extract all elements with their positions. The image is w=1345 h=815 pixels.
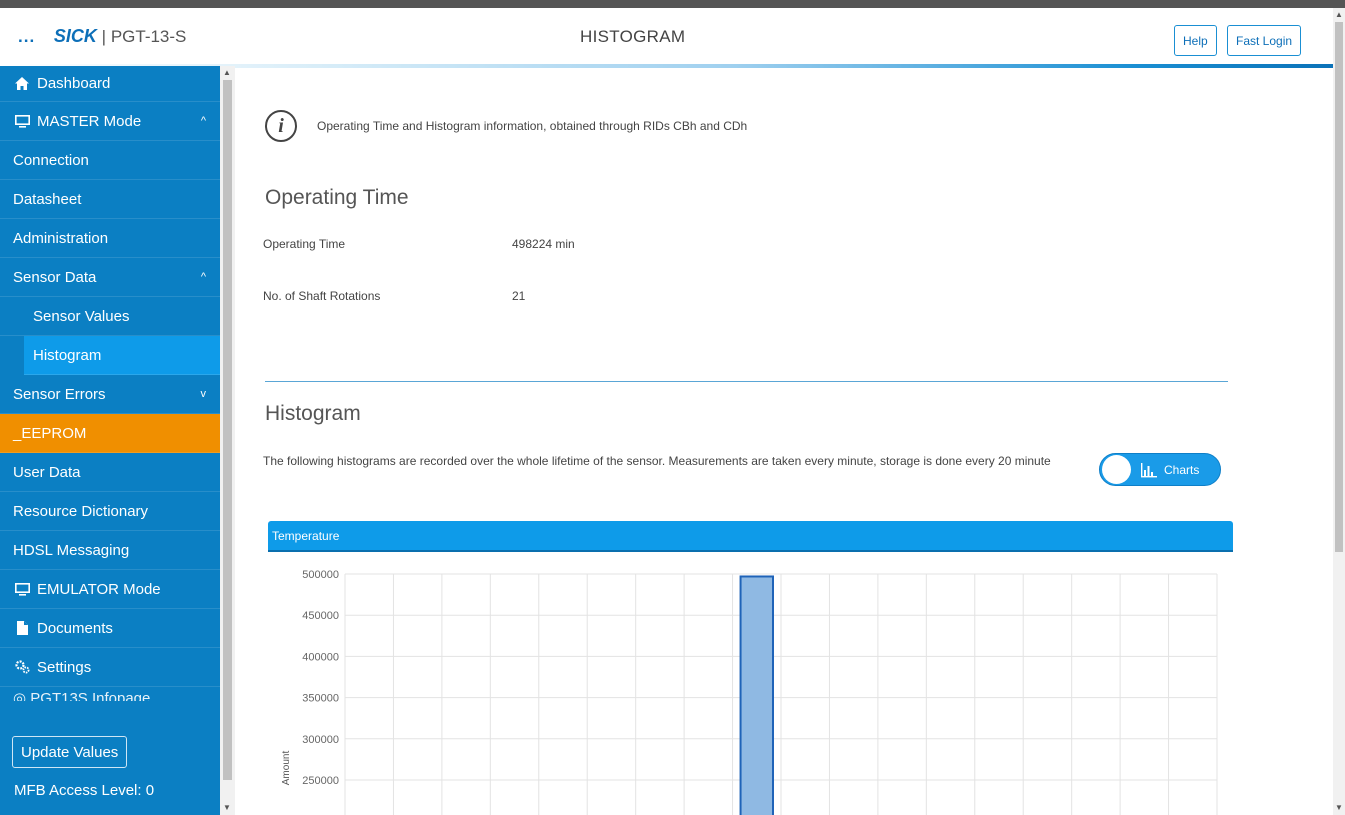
sidebar-item-resource-dictionary[interactable]: Resource Dictionary: [0, 492, 220, 531]
sidebar-item-label: Sensor Values: [33, 307, 130, 325]
y-tick-label: 300000: [302, 734, 339, 746]
sidebar-item-infopage[interactable]: ◎ PGT13S Infopage: [0, 687, 220, 701]
brand-separator: |: [101, 27, 107, 46]
sidebar-item-label: User Data: [13, 463, 81, 481]
sidebar-item-label: _EEPROM: [13, 424, 87, 442]
y-tick-label: 500000: [302, 569, 339, 581]
menu-dots-button[interactable]: ...: [18, 27, 35, 46]
sidebar-item-label: Datasheet: [13, 190, 82, 208]
operating-time-value: 498224 min: [512, 237, 575, 251]
main-content: i Operating Time and Histogram informati…: [235, 66, 1333, 815]
monitor-icon: [13, 114, 31, 128]
sidebar-item-histogram[interactable]: Histogram: [24, 336, 220, 375]
y-tick-label: 350000: [302, 693, 339, 705]
sidebar-item-label: Documents: [37, 619, 113, 637]
sidebar-item-label: Administration: [13, 229, 109, 247]
sidebar-item-label: HDSL Messaging: [13, 541, 130, 559]
sidebar-item-dashboard[interactable]: Dashboard: [0, 66, 220, 102]
scroll-up-arrow-icon[interactable]: ▲: [223, 68, 231, 77]
sidebar-item-label: Resource Dictionary: [13, 502, 149, 520]
operating-time-label: Operating Time: [263, 237, 346, 251]
page-scrollbar[interactable]: ▲ ▼: [1333, 8, 1345, 815]
access-level-text: MFB Access Level: 0: [14, 782, 155, 799]
caret-up-icon: ^: [200, 271, 206, 283]
sidebar: Dashboard MASTER Mode ^ Connection Datas…: [0, 66, 220, 815]
sidebar-item-sensor-values[interactable]: Sensor Values: [0, 297, 220, 336]
caret-up-icon: ^: [200, 115, 206, 127]
sidebar-scrollbar[interactable]: ▲ ▼: [220, 66, 235, 815]
charts-toggle[interactable]: Charts: [1099, 453, 1221, 486]
scroll-up-arrow-icon[interactable]: ▲: [1335, 10, 1343, 19]
sidebar-item-settings[interactable]: Settings: [0, 648, 220, 687]
info-text: Operating Time and Histogram information…: [317, 119, 748, 133]
document-icon: [13, 621, 31, 635]
scroll-down-arrow-icon[interactable]: ▼: [223, 803, 231, 812]
monitor-icon: [13, 582, 31, 596]
fast-login-button[interactable]: Fast Login: [1227, 25, 1302, 56]
sidebar-item-label: Histogram: [33, 346, 102, 364]
sidebar-item-label: Connection: [13, 151, 89, 169]
toggle-label: Charts: [1164, 463, 1200, 477]
sidebar-item-label: Sensor Errors: [13, 385, 106, 403]
sidebar-scrollbar-thumb[interactable]: [223, 80, 232, 780]
shaft-rotations-value: 21: [512, 289, 526, 303]
sidebar-item-eeprom[interactable]: _EEPROM: [0, 414, 220, 453]
sidebar-item-administration[interactable]: Administration: [0, 219, 220, 258]
sidebar-item-connection[interactable]: Connection: [0, 141, 220, 180]
y-tick-label: 450000: [302, 610, 339, 622]
caret-down-icon: v: [200, 388, 207, 400]
section-divider: [265, 381, 1228, 382]
help-button[interactable]: Help: [1174, 25, 1217, 56]
sidebar-item-emulator-mode[interactable]: EMULATOR Mode: [0, 570, 220, 609]
info-banner: i Operating Time and Histogram informati…: [265, 110, 747, 142]
scroll-down-arrow-icon[interactable]: ▼: [1335, 803, 1343, 812]
sidebar-item-user-data[interactable]: User Data: [0, 453, 220, 492]
info-circle-icon: ◎: [13, 690, 31, 701]
sidebar-item-label: PGT13S Infopage: [30, 690, 151, 701]
sidebar-item-master-mode[interactable]: MASTER Mode ^: [0, 102, 220, 141]
histogram-description: The following histograms are recorded ov…: [263, 454, 1051, 468]
sidebar-item-datasheet[interactable]: Datasheet: [0, 180, 220, 219]
page-scrollbar-thumb[interactable]: [1335, 22, 1343, 552]
update-values-button[interactable]: Update Values: [12, 736, 128, 768]
sidebar-item-label: Dashboard: [37, 75, 111, 92]
shaft-rotations-label: No. of Shaft Rotations: [263, 289, 381, 303]
y-axis-label: Amount: [281, 751, 292, 786]
temperature-histogram-chart: 500000 450000 400000 350000 300000 250000 Amou…: [281, 569, 1218, 815]
sidebar-item-sensor-errors[interactable]: Sensor Errors v: [0, 375, 220, 414]
info-icon: i: [265, 110, 297, 142]
toggle-knob: [1102, 455, 1131, 484]
sidebar-item-label: Sensor Data: [13, 268, 97, 286]
histogram-heading: Histogram: [265, 402, 361, 425]
sidebar-item-sensor-data[interactable]: Sensor Data ^: [0, 258, 220, 297]
home-icon: [13, 77, 31, 90]
bar-chart-icon: [1141, 463, 1157, 478]
sidebar-item-label: Settings: [37, 658, 92, 676]
y-tick-label: 400000: [302, 651, 339, 663]
sidebar-item-label: EMULATOR Mode: [37, 580, 161, 598]
histogram-bar[interactable]: [739, 575, 774, 815]
sick-logo: SICK: [53, 26, 97, 46]
chart-panel-title: Temperature: [272, 529, 340, 543]
page-title: HISTOGRAM: [580, 27, 686, 46]
brand: ... SICK | PGT-13-S: [18, 26, 186, 47]
sidebar-footer: Update Values MFB Access Level: 0: [0, 726, 220, 815]
sidebar-item-hdsl-messaging[interactable]: HDSL Messaging: [0, 531, 220, 570]
operating-time-heading: Operating Time: [265, 186, 409, 209]
sidebar-item-documents[interactable]: Documents: [0, 609, 220, 648]
top-bar: ... SICK | PGT-13-S HISTOGRAM Help Fast …: [0, 0, 1345, 68]
chart-panel-header: Temperature: [268, 521, 1233, 552]
y-tick-label: 250000: [302, 775, 339, 787]
sidebar-item-label: MASTER Mode: [37, 112, 142, 130]
gears-icon: [13, 660, 31, 674]
device-name: PGT-13-S: [110, 27, 187, 46]
